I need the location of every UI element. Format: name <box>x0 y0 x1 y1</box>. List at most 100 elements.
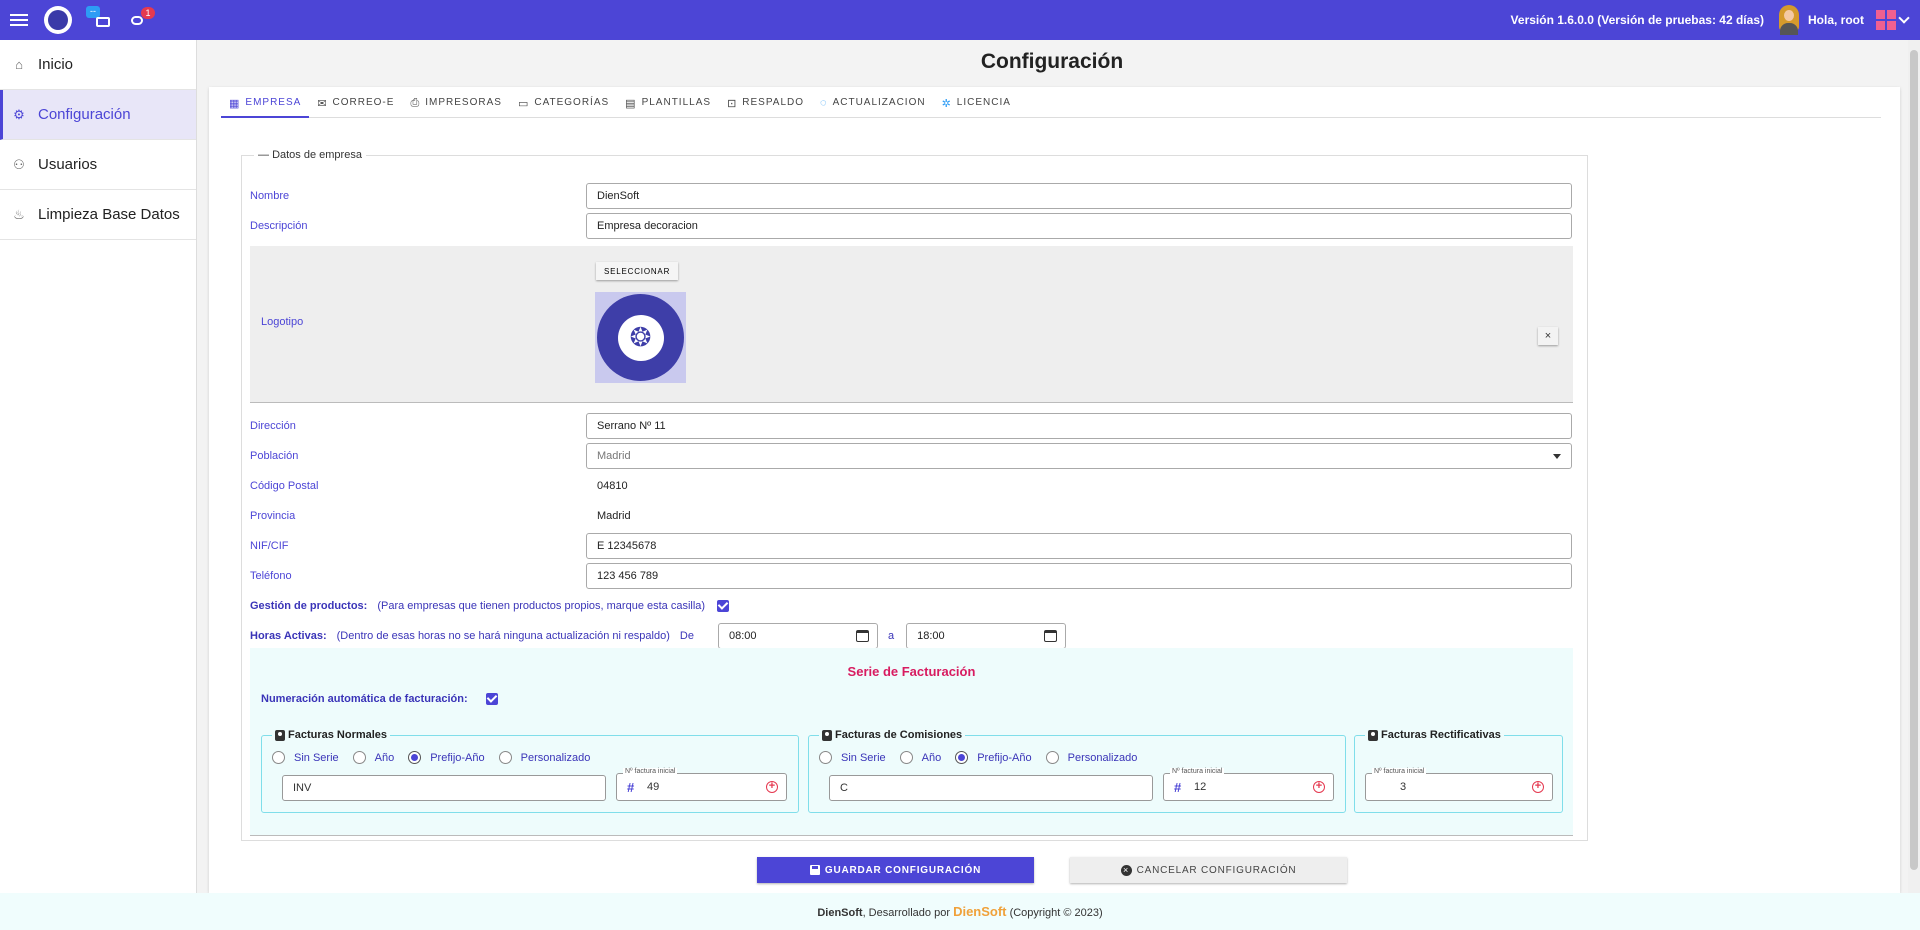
numero-inicial-label: Nº factura inicial <box>1372 768 1427 775</box>
normales-radio-group: Sin Serie Año Prefijo-Año Personalizado <box>272 751 604 764</box>
tab-plantillas[interactable]: ▤ PLANTILLAS <box>617 97 719 118</box>
tab-correo[interactable]: ✉ CORREO-E <box>309 97 402 118</box>
tab-categorias[interactable]: ▭ CATEGORÍAS <box>510 97 617 118</box>
config-card: ▦ EMPRESA ✉ CORREO-E ⎙ IMPRESORAS ▭ CATEGORÍ… <box>209 87 1900 893</box>
footer-dev-brand[interactable]: DienSoft <box>953 904 1006 919</box>
facturas-rectificativas-group: Facturas Rectificativas Nº factura inici… <box>1354 729 1563 813</box>
poblacion-select[interactable]: Madrid <box>586 443 1572 469</box>
poblacion-label: Población <box>250 450 299 462</box>
tab-respaldo[interactable]: ⊡ RESPALDO <box>719 97 812 118</box>
descripcion-row: Descripción Empresa decoracion <box>250 213 1572 239</box>
sidebar-item-limpieza[interactable]: ♨ Limpieza Base Datos <box>0 190 196 240</box>
sidebar-item-usuarios[interactable]: ⚇ Usuarios <box>0 140 196 190</box>
nif-row: NIF/CIF E 12345678 <box>250 533 1572 559</box>
top-bar: -- 1 Versión 1.6.0.0 (Versión de pruebas… <box>0 0 1920 40</box>
calendar-icon[interactable] <box>1044 630 1058 642</box>
descripcion-field[interactable]: Empresa decoracion <box>586 213 1572 239</box>
poblacion-value: Madrid <box>597 450 631 462</box>
comisiones-numero-value: 12 <box>1194 781 1207 793</box>
apps-grid-icon[interactable] <box>1876 10 1896 30</box>
tab-label: CORREO-E <box>332 97 395 108</box>
tab-impresoras[interactable]: ⎙ IMPRESORAS <box>402 97 510 118</box>
telefono-field[interactable]: 123 456 789 <box>586 563 1572 589</box>
gestion-note: (Para empresas que tienen productos prop… <box>377 600 706 612</box>
hamburger-menu-icon[interactable] <box>10 14 28 26</box>
comisiones-radio-personalizado[interactable]: Personalizado <box>1045 751 1137 764</box>
hora-inicio-field[interactable]: 08:00 <box>717 623 878 649</box>
cp-label: Código Postal <box>250 480 319 492</box>
cancel-circle-icon: × <box>1120 864 1132 876</box>
add-circle-icon[interactable]: + <box>1313 781 1325 793</box>
normales-serie-input[interactable]: INV <box>282 775 606 801</box>
comisiones-radio-prefijo-ano[interactable]: Prefijo-Año <box>955 751 1032 764</box>
a-label: a <box>887 630 895 642</box>
page-scrollbar[interactable] <box>1908 40 1920 893</box>
hora-fin-field[interactable]: 18:00 <box>906 623 1067 649</box>
rectificativas-numero-value: 3 <box>1400 781 1407 793</box>
tab-empresa[interactable]: ▦ EMPRESA <box>221 97 310 118</box>
normales-radio-personalizado[interactable]: Personalizado <box>498 751 590 764</box>
comisiones-radio-sin-serie[interactable]: Sin Serie <box>819 751 886 764</box>
datos-empresa-legend[interactable]: — Datos de empresa <box>254 149 366 161</box>
tab-bar: ▦ EMPRESA ✉ CORREO-E ⎙ IMPRESORAS ▭ CATEGORÍ… <box>221 97 1881 118</box>
poblacion-row: Población Madrid <box>250 443 1572 469</box>
save-icon <box>809 865 820 875</box>
direccion-label: Dirección <box>250 420 296 432</box>
calendar-icon[interactable] <box>855 630 869 642</box>
datos-empresa-fieldset: — Datos de empresa Nombre DienSoft Descr… <box>241 149 1588 841</box>
contact-card-icon <box>275 729 285 741</box>
contact-card-icon <box>822 729 832 741</box>
tab-licencia[interactable]: ✲ LICENCIA <box>934 97 1019 118</box>
avatar[interactable] <box>1776 5 1802 35</box>
tab-actualizacion[interactable]: ◌ ACTUALIZACION <box>812 97 934 118</box>
users-icon: ⚇ <box>13 156 25 172</box>
add-circle-icon[interactable]: + <box>766 781 778 793</box>
direccion-field[interactable]: Serrano Nº 11 <box>586 413 1572 439</box>
tab-label: LICENCIA <box>956 97 1011 108</box>
guardar-configuracion-button[interactable]: GUARDAR CONFIGURACIÓN <box>757 857 1034 883</box>
tab-label: CATEGORÍAS <box>534 97 610 108</box>
serie-title: Serie de Facturación <box>847 664 976 679</box>
seleccionar-button[interactable]: SELECCIONAR <box>596 262 679 280</box>
auto-numeracion-checkbox[interactable] <box>485 693 498 705</box>
comisiones-radio-group: Sin Serie Año Prefijo-Año Personalizado <box>819 751 1151 764</box>
backup-icon: ⊡ <box>727 98 738 110</box>
add-circle-icon[interactable]: + <box>1532 781 1544 793</box>
rectificativas-numero-input[interactable]: Nº factura inicial 3 + <box>1365 768 1553 801</box>
sidebar-item-label: Inicio <box>38 56 74 73</box>
comisiones-serie-input[interactable]: C <box>829 775 1153 801</box>
messages-icon[interactable]: 1 <box>126 7 155 31</box>
hora-fin-value: 18:00 <box>917 630 945 642</box>
sidebar-item-label: Limpieza Base Datos <box>38 206 180 223</box>
folder-icon: ▭ <box>517 98 530 110</box>
nombre-field[interactable]: DienSoft <box>586 183 1572 209</box>
gestion-checkbox[interactable] <box>717 600 730 612</box>
comisiones-radio-ano[interactable]: Año <box>899 751 941 764</box>
horas-label: Horas Activas: <box>250 630 327 642</box>
chevron-down-icon[interactable] <box>1898 12 1910 24</box>
normales-radio-ano[interactable]: Año <box>352 751 394 764</box>
normales-numero-input[interactable]: Nº factura inicial # 49 + <box>616 768 787 801</box>
cancelar-configuracion-button[interactable]: × CANCELAR CONFIGURACIÓN <box>1070 857 1347 883</box>
remove-logo-button[interactable]: × <box>1538 327 1558 345</box>
dropdown-caret-icon <box>1553 453 1561 459</box>
app-logo-icon[interactable] <box>44 6 72 34</box>
telefono-row: Teléfono 123 456 789 <box>250 563 1572 589</box>
footer-text: , Desarrollado por <box>862 907 954 919</box>
horas-note: (Dentro de esas horas no se hará ninguna… <box>336 630 670 642</box>
auto-numeracion-label: Numeración automática de facturación: <box>261 693 468 705</box>
auto-numeracion-row: Numeración automática de facturación: <box>261 693 498 705</box>
mail-notifications-icon[interactable]: -- <box>86 6 114 31</box>
nombre-row: Nombre DienSoft <box>250 183 1572 209</box>
normales-radio-sin-serie[interactable]: Sin Serie <box>272 751 339 764</box>
gestion-label: Gestión de productos: <box>250 600 368 612</box>
user-greeting[interactable]: Hola, root <box>1808 13 1864 27</box>
sidebar-item-inicio[interactable]: ⌂ Inicio <box>0 40 196 90</box>
gestion-productos-row: Gestión de productos: (Para empresas que… <box>250 593 730 619</box>
tab-label: PLANTILLAS <box>641 97 712 108</box>
normales-radio-prefijo-ano[interactable]: Prefijo-Año <box>408 751 485 764</box>
gear-icon: ⚙ <box>13 106 25 122</box>
nif-field[interactable]: E 12345678 <box>586 533 1572 559</box>
comisiones-numero-input[interactable]: Nº factura inicial # 12 + <box>1163 768 1334 801</box>
sidebar-item-configuracion[interactable]: ⚙ Configuración <box>0 90 196 140</box>
